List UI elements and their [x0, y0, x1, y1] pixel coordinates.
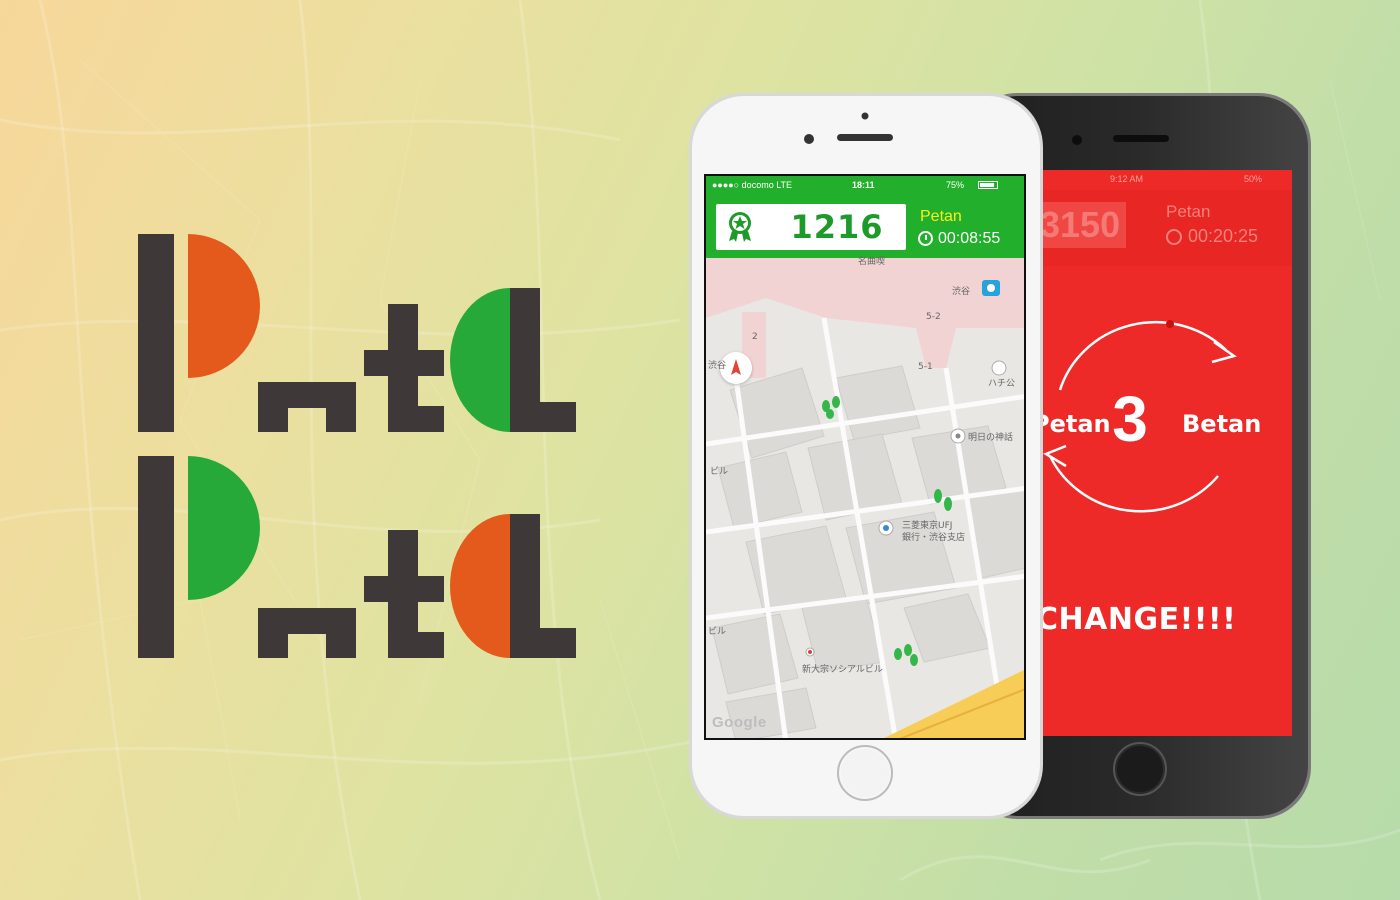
map-label-shibuya-station: 渋谷	[952, 287, 971, 297]
map-label-hachiko: ハチ公	[988, 379, 1016, 389]
stopwatch-icon	[918, 231, 933, 246]
player-timer: 00:08:55	[918, 230, 1000, 248]
google-attribution: Google	[712, 714, 767, 731]
status-time: 18:11	[852, 180, 875, 190]
map-label-shibuya-left: 渋谷	[708, 361, 727, 371]
status-bar: ●●●●○ docomo LTE 18:11 75%	[706, 176, 1024, 194]
map-label-asunokami: 明日の神話	[968, 433, 1014, 443]
award-star-icon	[729, 212, 751, 242]
status-bar: 9:12 AM 50%	[1040, 174, 1292, 188]
countdown-number: 3	[1112, 383, 1148, 455]
battle-header: 3150 Petan 00:20:25	[1040, 190, 1292, 266]
battle-screen: 9:12 AM 50% 3150 Petan 00:20:25 3 Petan …	[1040, 170, 1292, 736]
map-label-area-51: 5-1	[918, 362, 933, 372]
right-player-label: Betan	[1182, 410, 1262, 438]
logo-line-1	[138, 234, 576, 432]
map-label-building-bottom: 新大宗ソシアルビル	[802, 665, 883, 675]
opponent-name: Petan	[1166, 202, 1211, 221]
opponent-timer: 00:20:25	[1166, 226, 1258, 247]
score-box: 1216	[716, 204, 906, 250]
status-battery: 75%	[946, 180, 965, 190]
change-message: CHANGE!!!!	[1040, 602, 1237, 637]
logo-line-2	[138, 456, 576, 658]
game-screen: ●●●●○ docomo LTE 18:11 75% 1216 Petan 00…	[704, 174, 1026, 740]
map-label-area-52: 5-2	[926, 312, 941, 322]
map-label-building-left: ビル	[710, 467, 729, 477]
peta-peta-logo	[138, 234, 576, 658]
map-label-bank-branch: 銀行・渋谷支店	[902, 533, 966, 543]
player-name: Petan	[920, 208, 962, 225]
status-carrier: ●●●●○ docomo LTE	[712, 180, 793, 190]
status-time: 9:12 AM	[1110, 174, 1144, 184]
status-battery: 50%	[1244, 174, 1263, 184]
battery-icon	[978, 181, 998, 189]
map-label-building-left2: ビル	[708, 627, 727, 637]
game-header: 1216 Petan 00:08:55	[706, 194, 1024, 258]
stopwatch-icon	[1166, 229, 1182, 245]
score-value: 1216	[790, 208, 884, 246]
left-player-label: Petan	[1040, 410, 1111, 438]
map-view[interactable]: 渋谷 ハチ公 明日の神話 渋谷 ビル 三菱東京UFJ 銀行・渋谷支店 新大宗ソシ…	[706, 257, 1024, 738]
map-label-meirin: 名曲喫	[858, 257, 886, 267]
map-label-area-2: 2	[752, 332, 758, 342]
opponent-score: 3150	[1040, 202, 1126, 248]
